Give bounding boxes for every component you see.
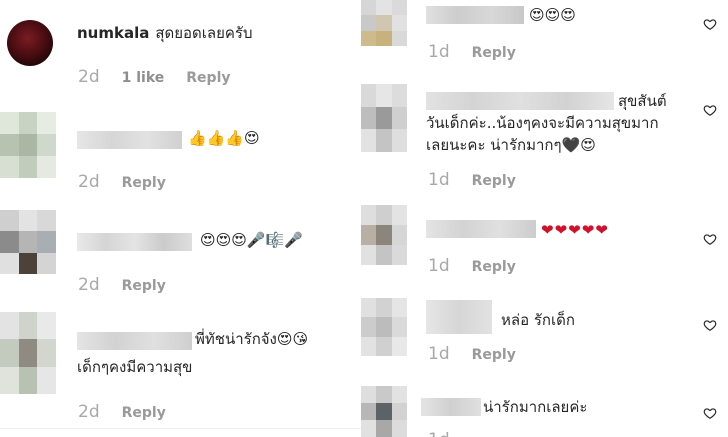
reply-button[interactable]: Reply [472,347,516,363]
avatar-pixelated [361,386,407,437]
bottom-rule [0,428,361,429]
username-blurred [421,398,481,416]
timestamp[interactable]: 2d [78,172,100,192]
comments-column-right: 😍😍😍 1d Reply สุขสันต์ วันเด็กค่ะ..น้องๆค… [361,0,728,437]
comment-body-line2: วันเด็กค่ะ..น้องๆคงจะมีความสุขมาก [426,114,659,132]
timestamp[interactable]: 1d [428,430,450,437]
avatar-pixelated [0,112,56,178]
avatar[interactable] [0,210,56,274]
comment-body: 👍👍👍😍 [188,129,260,147]
avatar-pixelated [0,312,56,394]
comment-meta: 2d Reply [78,402,166,422]
avatar[interactable] [361,0,407,46]
like-heart-icon[interactable] [703,318,717,332]
comment-body: 😍😍😍🎤🎼🎤 [200,231,303,249]
timestamp[interactable]: 2d [78,67,100,87]
username[interactable]: numkala [77,24,149,42]
reply-button[interactable]: Reply [472,259,516,275]
comment-body: 😍😍😍 [529,6,576,24]
avatar-pixelated [361,205,407,265]
comment-body: พี่ทัชน่ารักจัง😍😘 [195,330,309,348]
username-blurred [77,332,192,350]
comment-meta: 2d Reply [78,275,166,295]
comment-text: numkala สุดยอดเลยครับ [77,22,253,44]
like-heart-icon[interactable] [703,103,717,117]
comment-meta: 1d Reply [428,256,516,276]
reply-button[interactable]: Reply [186,70,230,86]
timestamp[interactable]: 1d [428,256,450,276]
reply-button[interactable]: Reply [122,405,166,421]
comment-meta: 1d [428,430,450,437]
reply-button[interactable]: Reply [122,175,166,191]
comment-body: หล่อ รักเด็ก [501,311,575,329]
comments-column-left: numkala สุดยอดเลยครับ 2d 1 like Reply 👍👍👍… [0,0,361,437]
like-heart-icon[interactable] [703,406,717,420]
username-blurred [77,131,182,149]
comment-meta: 1d Reply [428,344,516,364]
timestamp[interactable]: 2d [78,402,100,422]
comment-body-line3: เลยนะคะ น่ารักมากๆ🖤😍 [426,136,596,154]
comment-meta: 2d Reply [78,172,166,192]
avatar-pixelated [361,84,407,152]
avatar-pixelated [361,0,407,46]
avatar[interactable] [361,386,407,437]
like-heart-icon[interactable] [703,232,717,246]
avatar[interactable] [361,298,407,356]
avatar[interactable] [0,312,56,394]
comment-body-line2: เด็กๆคงมีความสุข [77,358,193,376]
like-heart-icon[interactable] [703,17,717,31]
reply-button[interactable]: Reply [472,173,516,189]
likes-count[interactable]: 1 like [122,70,165,86]
reply-button[interactable]: Reply [122,278,166,294]
username-blurred [426,220,536,238]
comment-meta: 2d 1 like Reply [78,67,231,87]
username-blurred [77,233,192,251]
avatar[interactable] [0,112,56,178]
avatar-pixelated [361,298,407,356]
comment-meta: 1d Reply [428,170,516,190]
username-blurred [426,92,614,110]
comment-meta: 1d Reply [428,42,516,62]
username-blurred [426,6,524,24]
comment-body: ❤❤❤❤❤ [541,221,609,239]
timestamp[interactable]: 2d [78,275,100,295]
comment-body: สุดยอดเลยครับ [155,24,253,42]
avatar-pixelated [0,210,56,274]
timestamp[interactable]: 1d [428,170,450,190]
avatar[interactable] [361,84,407,152]
username-blurred [426,300,492,334]
timestamp[interactable]: 1d [428,42,450,62]
comment-body: น่ารักมากเลยค่ะ [483,398,588,416]
timestamp[interactable]: 1d [428,344,450,364]
reply-button[interactable]: Reply [472,45,516,61]
comment-body: สุขสันต์ [618,92,667,110]
avatar[interactable] [361,205,407,265]
avatar[interactable] [7,20,53,66]
